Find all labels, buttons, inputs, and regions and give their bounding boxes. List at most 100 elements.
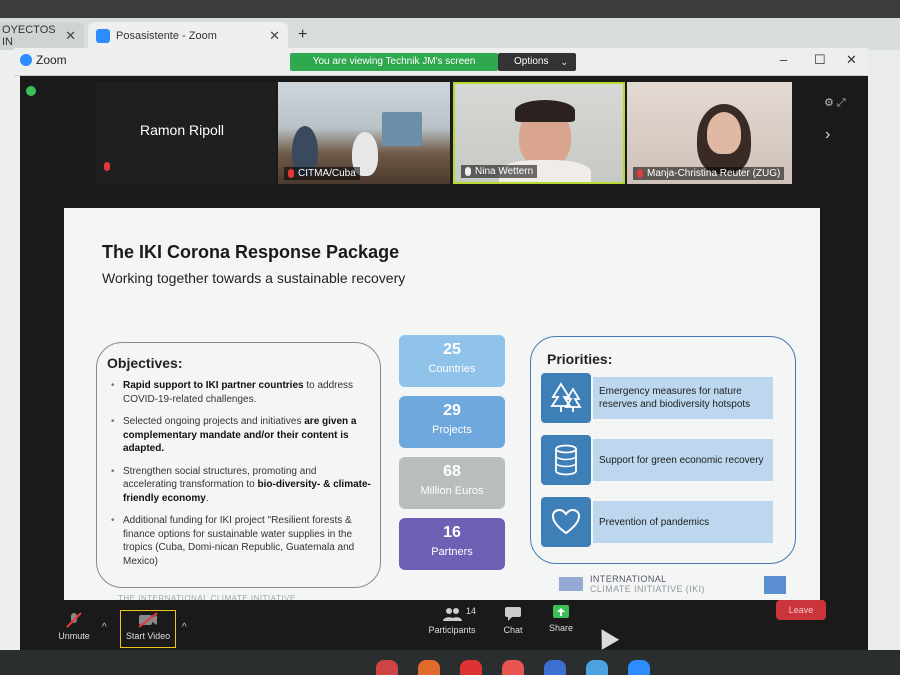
stat-number: 16 xyxy=(443,524,461,541)
taskbar-app-icon[interactable] xyxy=(502,660,524,675)
taskbar-app-icon[interactable] xyxy=(544,660,566,675)
taskbar-app-icon[interactable] xyxy=(586,660,608,675)
list-item: Rapid support to IKI partner countries t… xyxy=(109,379,373,406)
stat-number: 29 xyxy=(443,402,461,419)
start-video-button[interactable]: Start Video xyxy=(122,612,174,641)
screen-share-banner: You are viewing Technik JM's screen xyxy=(290,53,498,71)
video-off-icon xyxy=(137,612,159,628)
window-title: Zoom xyxy=(36,53,67,67)
video-tile[interactable]: Manja-Christina Reuter (ZUG) xyxy=(627,82,792,184)
unmute-button[interactable]: Unmute xyxy=(52,612,96,641)
maximize-button[interactable]: ☐ xyxy=(814,52,826,68)
shared-slide: The IKI Corona Response Package Working … xyxy=(64,208,820,606)
audio-options-caret[interactable]: ^ xyxy=(102,622,107,633)
mic-icon xyxy=(465,167,471,176)
new-tab-button[interactable]: + xyxy=(298,26,307,44)
priority-item: Prevention of pandemics xyxy=(541,497,773,547)
video-tile[interactable]: CITMA/Cuba xyxy=(278,82,450,184)
stat-label: Million Euros xyxy=(420,485,484,497)
zoom-logo-icon xyxy=(20,54,32,66)
chevron-right-icon[interactable]: › xyxy=(825,126,830,144)
stat-number: 68 xyxy=(443,463,461,480)
minimize-button[interactable]: – xyxy=(780,52,787,67)
browser-tab-bar: OYECTOS IN ✕ Posasistente - Zoom ✕ xyxy=(0,18,900,50)
gear-icon[interactable]: ⚙ ⤢ xyxy=(824,96,846,110)
window-art xyxy=(382,112,422,146)
stat-card-partners: 16 Partners xyxy=(399,518,505,570)
objectives-heading: Objectives: xyxy=(107,355,183,371)
participant-caption: CITMA/Cuba xyxy=(284,167,360,180)
stat-label: Partners xyxy=(431,546,473,558)
participant-hair xyxy=(515,100,575,122)
mic-muted-icon xyxy=(637,169,643,178)
stat-card-countries: 25 Countries xyxy=(399,335,505,387)
chevron-down-icon: ⌄ xyxy=(560,57,568,67)
stat-label: Countries xyxy=(428,363,476,375)
chat-bubble-icon xyxy=(502,606,524,622)
participants-icon xyxy=(441,606,463,622)
list-item: Selected ongoing projects and initiative… xyxy=(109,415,373,456)
participant-caption: Manja-Christina Reuter (ZUG) xyxy=(633,167,785,180)
heart-icon xyxy=(541,497,591,547)
participant-name: CITMA/Cuba xyxy=(298,168,356,179)
browser-background xyxy=(0,50,20,650)
encryption-shield-icon[interactable] xyxy=(26,86,36,96)
slide-subtitle: Working together towards a sustainable r… xyxy=(102,270,406,286)
mic-muted-icon xyxy=(104,162,110,171)
browser-tab[interactable]: OYECTOS IN ✕ xyxy=(0,22,84,50)
view-options-button[interactable]: Options ⌄ xyxy=(498,53,576,71)
close-icon[interactable]: ✕ xyxy=(65,28,76,44)
list-item: Additional funding for IKI project "Resi… xyxy=(109,514,373,568)
participant-name: Ramon Ripoll xyxy=(140,122,225,138)
priorities-heading: Priorities: xyxy=(547,351,613,367)
options-label: Options xyxy=(514,56,549,67)
leave-meeting-button[interactable]: Leave xyxy=(776,600,826,620)
iki-logo-text: INTERNATIONAL CLIMATE INITIATIVE (IKI) xyxy=(590,574,705,594)
chat-button[interactable]: Chat xyxy=(498,606,528,635)
close-icon[interactable]: ✕ xyxy=(269,28,280,44)
participant-face xyxy=(707,112,741,154)
taskbar-app-icon[interactable] xyxy=(460,660,482,675)
iki-logo-mark xyxy=(559,577,583,591)
priority-item: Emergency measures for nature reserves a… xyxy=(541,373,773,423)
mic-muted-icon xyxy=(288,169,294,178)
share-label: Share xyxy=(548,623,574,633)
tab-label: Posasistente - Zoom xyxy=(116,30,217,42)
priority-text: Support for green economic recovery xyxy=(593,439,773,481)
objectives-list: Rapid support to IKI partner countries t… xyxy=(109,379,373,577)
taskbar-app-icon[interactable] xyxy=(628,660,650,675)
coins-icon xyxy=(541,435,591,485)
priority-text: Emergency measures for nature reserves a… xyxy=(593,377,773,419)
participant-name: Manja-Christina Reuter (ZUG) xyxy=(647,168,781,179)
video-options-caret[interactable]: ^ xyxy=(182,622,187,633)
share-screen-button[interactable]: Share xyxy=(546,604,576,633)
tab-label: OYECTOS IN xyxy=(2,24,56,48)
video-tile-speaker[interactable]: Ramon Ripoll xyxy=(96,82,276,184)
unmute-label: Unmute xyxy=(58,631,90,641)
objectives-box: Objectives: Rapid support to IKI partner… xyxy=(96,342,381,588)
stat-card-million-euros: 68 Million Euros xyxy=(399,457,505,509)
video-tile-active[interactable]: Nina Wettern xyxy=(453,82,625,184)
participant-name: Nina Wettern xyxy=(475,166,534,177)
page-badge xyxy=(764,576,786,594)
browser-tab-zoom[interactable]: Posasistente - Zoom ✕ xyxy=(88,22,288,50)
os-taskbar xyxy=(0,650,900,675)
taskbar-app-icon[interactable] xyxy=(376,660,398,675)
mic-muted-icon xyxy=(63,612,85,628)
priority-text: Prevention of pandemics xyxy=(593,501,773,543)
trees-icon xyxy=(541,373,591,423)
participant-caption: Nina Wettern xyxy=(461,165,538,178)
chat-label: Chat xyxy=(503,625,523,635)
close-window-button[interactable]: ✕ xyxy=(846,52,857,68)
taskbar-app-icon[interactable] xyxy=(418,660,440,675)
stat-label: Projects xyxy=(432,424,472,436)
participants-count-badge: 14 xyxy=(466,606,477,616)
slide-title: The IKI Corona Response Package xyxy=(102,242,400,262)
stat-number: 25 xyxy=(443,341,461,358)
participants-label: Participants xyxy=(428,625,476,635)
browser-background xyxy=(868,50,900,650)
priority-item: Support for green economic recovery xyxy=(541,435,773,485)
stat-card-projects: 29 Projects xyxy=(399,396,505,448)
share-screen-icon xyxy=(550,604,572,620)
zoom-logo-icon xyxy=(96,29,110,43)
